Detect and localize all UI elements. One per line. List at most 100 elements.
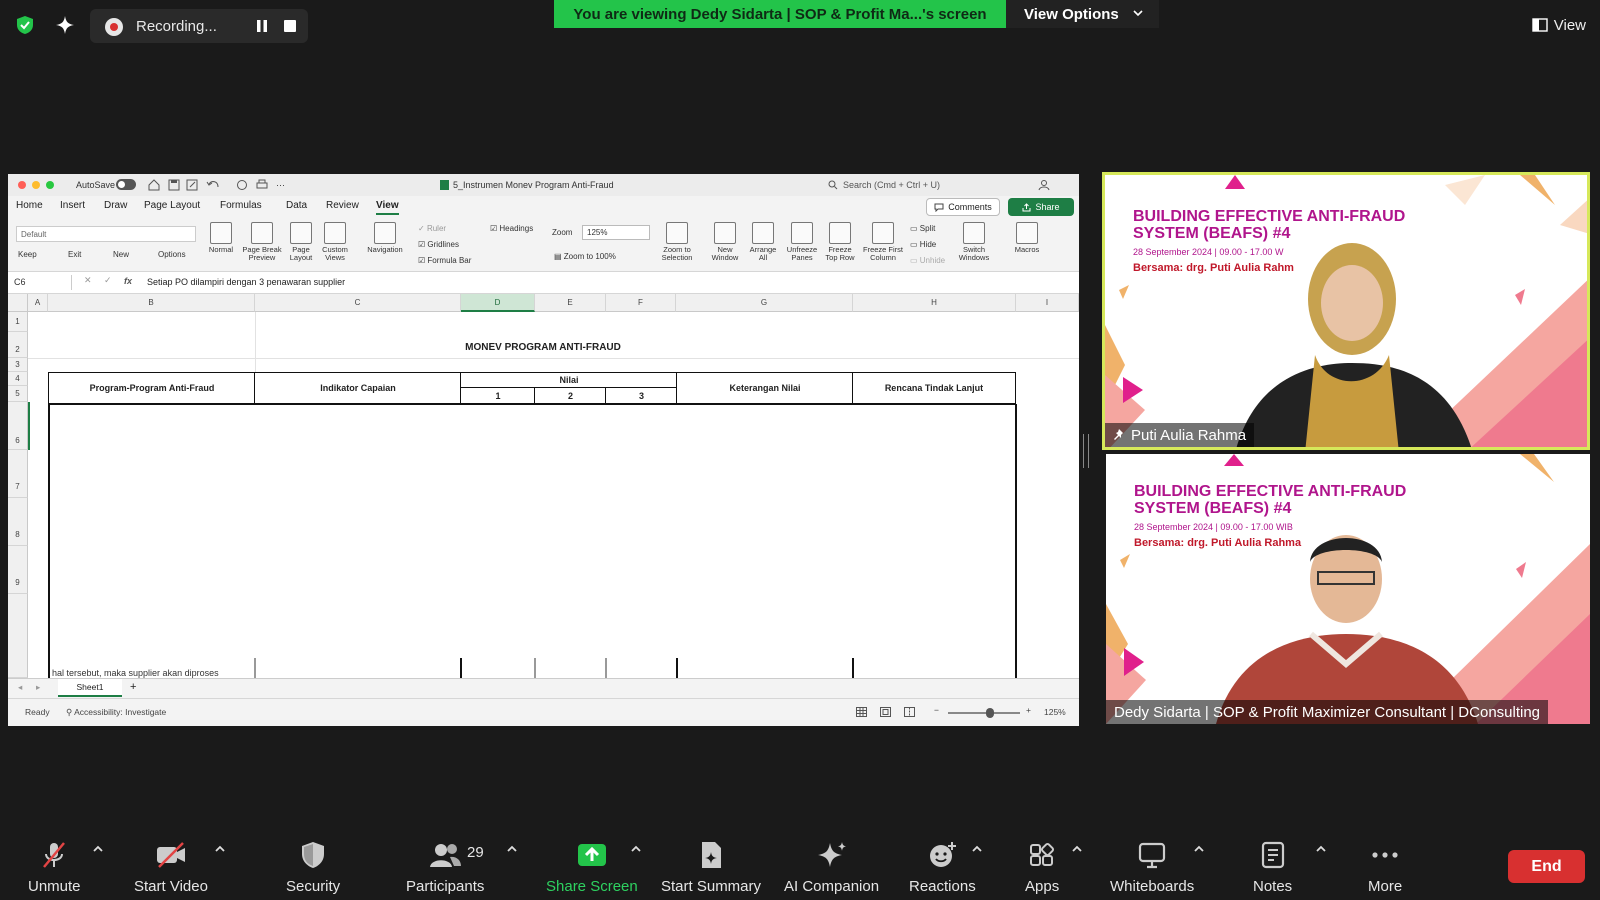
whiteboards-options-chevron-icon[interactable] (1193, 844, 1205, 854)
tab-data[interactable]: Data (286, 200, 307, 211)
status-zoom[interactable]: 125% (1044, 707, 1066, 717)
prev-sheet-icon[interactable]: ◂ (18, 682, 22, 693)
freeze-first-column-button[interactable]: Freeze First Column (860, 222, 906, 262)
column-header[interactable]: G (676, 294, 853, 312)
gridlines-checkbox[interactable]: ☑ Gridlines (418, 240, 459, 249)
notes-options-chevron-icon[interactable] (1315, 844, 1327, 854)
tab-formulas[interactable]: Formulas (220, 200, 262, 211)
print-icon[interactable] (256, 179, 268, 191)
sheet-view-keep[interactable]: Keep (18, 250, 37, 259)
hide-button[interactable]: ▭ Hide (910, 240, 936, 249)
custom-views-button[interactable]: Custom Views (320, 222, 350, 262)
column-header[interactable]: A (28, 294, 48, 312)
split-button[interactable]: ▭ Split (910, 224, 935, 233)
start-video-button[interactable]: Start Video (134, 840, 208, 895)
confirm-entry-icon[interactable]: ✓ (104, 275, 112, 286)
unmute-button[interactable]: Unmute (28, 840, 81, 895)
tab-home[interactable]: Home (16, 200, 43, 211)
insert-function-icon[interactable]: fx (124, 276, 132, 286)
row-header[interactable]: 3 (8, 358, 28, 372)
reactions-options-chevron-icon[interactable] (971, 844, 983, 854)
new-window-button[interactable]: New Window (708, 222, 742, 262)
header-program[interactable]: Program-Program Anti-Fraud (48, 372, 256, 404)
column-header[interactable]: E (535, 294, 606, 312)
end-meeting-button[interactable]: End (1508, 850, 1585, 883)
macros-button[interactable]: Macros (1010, 222, 1044, 254)
header-nilai-1[interactable]: 1 (460, 387, 536, 404)
whiteboards-button[interactable]: Whiteboards (1110, 840, 1194, 895)
name-box[interactable]: C6 (10, 275, 72, 290)
ai-companion-button[interactable]: AI Companion (784, 840, 879, 895)
page-break-status-icon[interactable] (904, 707, 915, 717)
next-sheet-icon[interactable]: ▸ (36, 682, 40, 693)
maximize-window-icon[interactable] (46, 181, 54, 189)
redo-icon[interactable] (236, 179, 248, 191)
row-header[interactable]: 2 (8, 332, 28, 358)
ai-sparkle-icon[interactable] (54, 14, 76, 36)
autosave-toggle[interactable] (116, 179, 136, 190)
header-keterangan[interactable]: Keterangan Nilai (676, 372, 854, 404)
undo-icon[interactable] (206, 179, 220, 191)
share-screen-button[interactable]: Share Screen (546, 840, 638, 895)
switch-windows-button[interactable]: Switch Windows (954, 222, 994, 262)
header-nilai-2[interactable]: 2 (534, 387, 607, 404)
view-options-button[interactable]: View Options (1006, 0, 1159, 28)
share-button[interactable]: Share (1008, 198, 1074, 216)
stop-recording-icon[interactable] (284, 20, 296, 32)
tab-view[interactable]: View (376, 200, 399, 215)
row-header[interactable]: 6 (8, 402, 28, 450)
save-as-icon[interactable] (186, 179, 198, 191)
header-nilai[interactable]: Nilai (460, 372, 678, 388)
column-header[interactable]: F (606, 294, 676, 312)
comments-button[interactable]: Comments (926, 198, 1000, 216)
row-header[interactable]: 4 (8, 372, 28, 386)
worksheet-grid[interactable]: A B C D E F G H I 1 2 3 4 5 6 7 8 9 MONE… (8, 294, 1079, 678)
home-icon[interactable] (148, 179, 160, 191)
video-tile-active-speaker[interactable]: BUILDING EFFECTIVE ANTI-FRAUD SYSTEM (BE… (1102, 172, 1590, 450)
reactions-button[interactable]: Reactions (909, 840, 976, 895)
accessibility-status[interactable]: ⚲ Accessibility: Investigate (66, 707, 166, 718)
apps-button[interactable]: Apps (1025, 840, 1059, 895)
column-header[interactable]: B (48, 294, 255, 312)
video-tile-participant[interactable]: BUILDING EFFECTIVE ANTI-FRAUD SYSTEM (BE… (1106, 454, 1590, 724)
zoom-select[interactable]: 125% (582, 225, 650, 240)
row-header[interactable]: 7 (8, 450, 28, 498)
notes-button[interactable]: Notes (1253, 840, 1292, 895)
headings-checkbox[interactable]: ☑ Headings (490, 224, 533, 233)
row-header[interactable]: 1 (8, 312, 28, 332)
encryption-shield-icon[interactable] (14, 14, 36, 36)
file-name[interactable]: 5_Instrumen Monev Program Anti-Fraud (453, 180, 614, 190)
view-button[interactable]: View (1532, 14, 1586, 36)
formula-bar-checkbox[interactable]: ☑ Formula Bar (418, 256, 471, 265)
select-all-corner[interactable] (8, 294, 28, 312)
close-window-icon[interactable] (18, 181, 26, 189)
zoom-out-icon[interactable]: − (934, 705, 939, 715)
unhide-button[interactable]: ▭ Unhide (910, 256, 945, 265)
share-options-chevron-icon[interactable] (630, 844, 642, 854)
sheet-view-exit[interactable]: Exit (68, 250, 81, 259)
zoom-to-100-button[interactable]: ▤ Zoom to 100% (554, 252, 616, 261)
add-sheet-button[interactable]: + (130, 681, 136, 693)
tab-draw[interactable]: Draw (104, 200, 127, 211)
normal-view-status-icon[interactable] (856, 707, 867, 717)
start-summary-button[interactable]: Start Summary (661, 840, 761, 895)
column-header-selected[interactable]: D (461, 294, 535, 312)
navigation-button[interactable]: Navigation (364, 222, 406, 254)
freeze-top-row-button[interactable]: Freeze Top Row (822, 222, 858, 262)
column-header[interactable]: H (853, 294, 1016, 312)
audio-options-chevron-icon[interactable] (92, 844, 104, 854)
sheet-view-new[interactable]: New (113, 250, 129, 259)
header-nilai-3[interactable]: 3 (605, 387, 678, 404)
column-header[interactable]: C (255, 294, 461, 312)
unfreeze-panes-button[interactable]: Unfreeze Panes (784, 222, 820, 262)
video-options-chevron-icon[interactable] (214, 844, 226, 854)
security-button[interactable]: Security (286, 840, 340, 895)
ruler-checkbox[interactable]: ✓ Ruler (418, 224, 446, 233)
tab-page-layout[interactable]: Page Layout (144, 200, 200, 211)
tab-insert[interactable]: Insert (60, 200, 85, 211)
normal-view-button[interactable]: Normal (206, 222, 236, 254)
header-indikator[interactable]: Indikator Capaian (254, 372, 462, 404)
zoom-in-icon[interactable]: + (1026, 705, 1031, 715)
zoom-slider[interactable] (948, 708, 1020, 718)
row-header[interactable]: 8 (8, 498, 28, 546)
